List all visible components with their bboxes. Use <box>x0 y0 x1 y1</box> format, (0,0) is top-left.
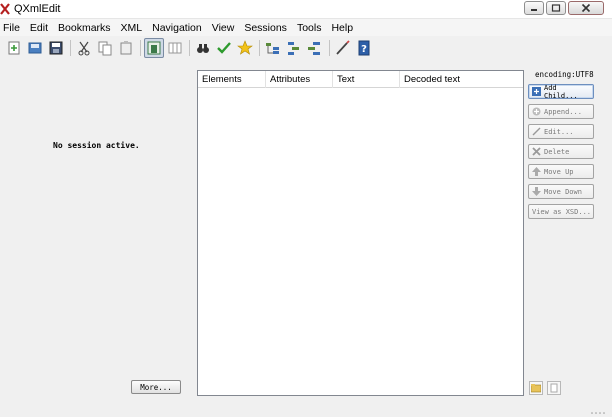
move-up-button[interactable]: Move Up <box>528 164 594 179</box>
encoding-label: encoding:UTF8 <box>535 70 594 79</box>
window-title: QXmlEdit <box>14 3 61 15</box>
add-sibling-toolbar-button[interactable] <box>284 38 304 58</box>
tree-header: Elements Attributes Text Decoded text <box>198 71 523 88</box>
edit-button[interactable]: Edit... <box>528 124 594 139</box>
move-down-icon <box>532 187 541 196</box>
validate-button[interactable] <box>214 38 234 58</box>
maximize-button[interactable] <box>546 1 566 15</box>
add-child-icon <box>266 42 279 54</box>
maximize-icon <box>551 4 561 12</box>
menu-xml[interactable]: XML <box>118 22 150 34</box>
bottom-icons <box>529 381 565 395</box>
column-header-decoded-text[interactable]: Decoded text <box>400 71 523 88</box>
new-file-button[interactable] <box>4 38 24 58</box>
help-toolbar-button[interactable]: ? <box>354 38 374 58</box>
folder-icon <box>531 384 541 393</box>
edit-icon <box>532 127 541 136</box>
view-as-xsd-button-label: View as XSD... <box>532 207 592 216</box>
menu-tools[interactable]: Tools <box>294 22 329 34</box>
toolbar-separator <box>140 39 141 56</box>
column-header-attributes[interactable]: Attributes <box>266 71 333 88</box>
xml-tree-view[interactable]: Elements Attributes Text Decoded text <box>197 70 524 396</box>
move-down-button[interactable]: Move Down <box>528 184 594 199</box>
toolbar: ? <box>0 36 612 59</box>
move-up-icon <box>532 167 541 176</box>
save-icon <box>49 41 63 54</box>
delete-button[interactable]: Delete <box>528 144 594 159</box>
binoculars-icon <box>197 43 209 53</box>
close-icon <box>581 3 591 13</box>
append-button[interactable]: Append... <box>528 104 594 119</box>
indent-toolbar-button[interactable] <box>305 38 325 58</box>
move-down-button-label: Move Down <box>544 187 582 196</box>
title-bar: QXmlEdit <box>0 0 612 19</box>
menu-edit[interactable]: Edit <box>27 22 55 34</box>
menu-sessions[interactable]: Sessions <box>241 22 294 34</box>
copy-button[interactable] <box>95 38 115 58</box>
document-icon <box>550 383 558 393</box>
view-as-xsd-button[interactable]: View as XSD... <box>528 204 594 219</box>
help-icon: ? <box>358 40 370 55</box>
cut-icon <box>78 41 90 55</box>
append-icon <box>532 107 541 116</box>
toolbar-separator <box>259 39 260 56</box>
toolbar-separator <box>70 39 71 56</box>
open-folder-button[interactable] <box>529 381 543 395</box>
svg-text:?: ? <box>361 44 367 55</box>
menu-navigation[interactable]: Navigation <box>149 22 209 34</box>
delete-icon <box>532 147 541 156</box>
menu-view[interactable]: View <box>209 22 242 34</box>
session-status-text: No session active. <box>53 141 140 150</box>
minimize-icon <box>531 9 537 11</box>
column-header-elements[interactable]: Elements <box>198 71 266 88</box>
close-button[interactable] <box>568 1 604 15</box>
add-child-toolbar-button[interactable] <box>263 38 283 58</box>
delete-button-label: Delete <box>544 147 570 156</box>
paste-icon <box>120 40 132 54</box>
add-child-icon <box>532 87 541 96</box>
resize-grip-icon[interactable] <box>588 411 608 415</box>
column-header-text[interactable]: Text <box>333 71 400 88</box>
indent-icon <box>308 41 320 55</box>
find-button[interactable] <box>193 38 213 58</box>
add-sibling-icon <box>288 41 299 55</box>
view-columns-icon <box>168 42 182 53</box>
copy-icon <box>98 41 112 55</box>
menu-bookmarks[interactable]: Bookmarks <box>55 22 118 34</box>
open-file-button[interactable] <box>25 38 45 58</box>
add-child-button[interactable]: Add Child... <box>528 83 594 100</box>
toolbar-separator <box>189 39 190 56</box>
menu-bar: File Edit Bookmarks XML Navigation View … <box>0 19 612 36</box>
checkmark-icon <box>217 41 231 54</box>
edit-button-label: Edit... <box>544 127 574 136</box>
menu-file[interactable]: File <box>0 22 27 34</box>
add-child-button-label: Add Child... <box>544 83 578 100</box>
new-file-icon <box>8 41 20 54</box>
pencil-icon <box>336 39 350 55</box>
toolbar-separator <box>329 39 330 56</box>
menu-help[interactable]: Help <box>328 22 360 34</box>
open-file-icon <box>28 42 42 53</box>
more-button[interactable]: More... <box>131 380 181 394</box>
star-icon <box>237 39 253 55</box>
minimize-button[interactable] <box>524 1 544 15</box>
cut-button[interactable] <box>74 38 94 58</box>
paste-button[interactable] <box>116 38 136 58</box>
app-logo-icon <box>0 3 10 15</box>
bookmark-button[interactable] <box>235 38 255 58</box>
append-button-label: Append... <box>544 107 582 116</box>
view-tree-button[interactable] <box>144 37 164 58</box>
move-up-button-label: Move Up <box>544 167 574 176</box>
view-tree-icon <box>147 41 161 54</box>
document-button[interactable] <box>547 381 561 395</box>
save-button[interactable] <box>46 38 66 58</box>
edit-toolbar-button[interactable] <box>333 38 353 58</box>
view-columns-button[interactable] <box>165 38 185 58</box>
